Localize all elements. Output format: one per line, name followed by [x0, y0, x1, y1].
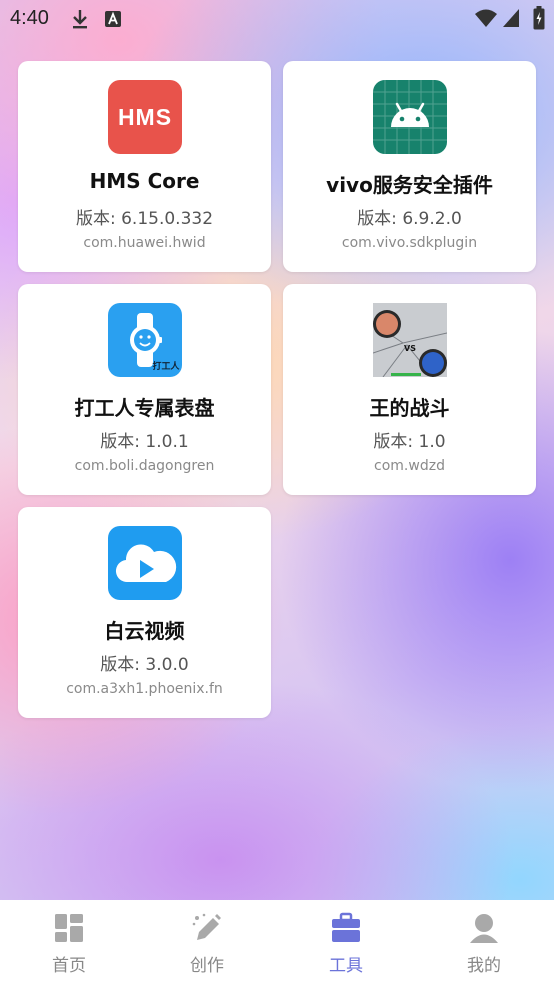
status-time: 4:40	[10, 7, 49, 29]
status-bar: 4:40	[0, 0, 554, 38]
nav-label: 我的	[467, 956, 501, 976]
cellular-signal-icon	[503, 9, 519, 27]
nav-label: 创作	[190, 956, 224, 976]
app-version: 版本: 6.9.2.0	[357, 209, 462, 229]
app-card[interactable]: vivo服务安全插件 版本: 6.9.2.0 com.vivo.sdkplugi…	[283, 61, 536, 272]
bottom-nav: 首页 创作 工具 我的	[0, 900, 554, 984]
app-package: com.a3xh1.phoenix.fn	[66, 681, 223, 697]
battery-charging-icon	[533, 6, 545, 30]
hms-icon: HMS	[108, 80, 182, 154]
nav-label: 工具	[329, 956, 363, 976]
svg-text:打工人: 打工人	[152, 360, 180, 372]
svg-text:VS: VS	[404, 344, 416, 353]
app-card[interactable]: 白云视频 版本: 3.0.0 com.a3xh1.phoenix.fn	[18, 507, 271, 718]
home-grid-icon	[55, 914, 83, 942]
app-card[interactable]: HMS HMS Core 版本: 6.15.0.332 com.huawei.h…	[18, 61, 271, 272]
toolbox-icon	[332, 912, 360, 942]
app-package: com.vivo.sdkplugin	[341, 235, 478, 251]
app-name: 打工人专属表盘	[74, 396, 215, 420]
battle-game-icon: VS	[373, 303, 447, 377]
nav-item-create[interactable]: 创作	[138, 900, 276, 984]
pen-icon	[192, 913, 221, 940]
app-card[interactable]: VS 王的战斗 版本: 1.0 com.wdzd	[283, 284, 536, 495]
watch-icon: 打工人	[108, 303, 182, 377]
wifi-icon	[475, 9, 497, 27]
download-icon	[73, 10, 87, 29]
app-version: 版本: 1.0	[373, 432, 446, 452]
cloud-play-icon	[108, 526, 182, 600]
font-a-icon	[105, 11, 121, 27]
profile-icon	[470, 914, 498, 943]
svg-text:HMS: HMS	[118, 104, 172, 130]
app-version: 版本: 6.15.0.332	[75, 209, 214, 229]
app-name: 王的战斗	[369, 396, 450, 420]
app-version: 版本: 3.0.0	[100, 655, 189, 675]
app-package: com.wdzd	[374, 458, 445, 474]
app-name: vivo服务安全插件	[326, 173, 493, 197]
app-name: HMS Core	[89, 169, 200, 193]
nav-item-tools[interactable]: 工具	[277, 900, 415, 984]
app-name: 白云视频	[104, 619, 185, 643]
app-package: com.huawei.hwid	[83, 235, 206, 251]
app-package: com.boli.dagongren	[74, 458, 215, 474]
nav-item-profile[interactable]: 我的	[415, 900, 553, 984]
nav-item-home[interactable]: 首页	[0, 900, 138, 984]
nav-label: 首页	[52, 956, 86, 976]
app-version: 版本: 1.0.1	[100, 432, 189, 452]
app-card[interactable]: 打工人 打工人专属表盘 版本: 1.0.1 com.boli.dagongren	[18, 284, 271, 495]
android-icon	[373, 80, 447, 154]
